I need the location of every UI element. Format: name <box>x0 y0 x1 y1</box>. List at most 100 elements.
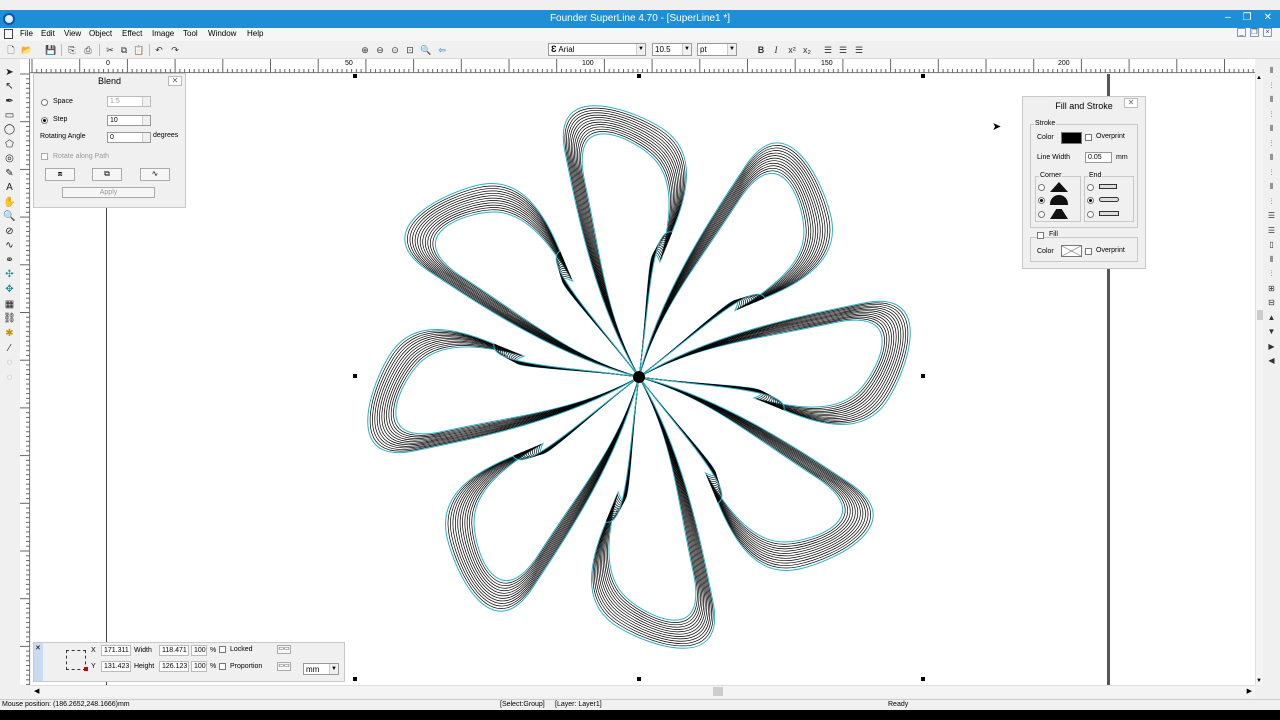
end-square-radio[interactable] <box>1087 211 1094 218</box>
align-bottom-icon[interactable]: ⫴ <box>1266 94 1277 105</box>
back-arrow-icon[interactable]: ⇦ <box>436 44 448 56</box>
zoom-in-icon[interactable]: ⊕ <box>359 44 371 56</box>
backward-icon[interactable]: ◀ <box>1266 355 1277 366</box>
selection-handle[interactable] <box>353 374 357 378</box>
new-file-icon[interactable]: 🗋 <box>5 44 17 56</box>
selection-handle[interactable] <box>921 74 925 78</box>
y-input[interactable]: 131.423 <box>101 661 131 672</box>
group-icon[interactable]: ⊞ <box>1266 283 1277 294</box>
ellipse-icon[interactable]: ◯ <box>3 124 16 136</box>
align-middle-icon[interactable]: ⫶ <box>1266 80 1277 91</box>
vertical-scrollbar[interactable]: ▲ ▼ <box>1255 74 1263 685</box>
menu-view[interactable]: View <box>64 29 81 38</box>
font-family-select[interactable]: Ɛ Arial ▼ <box>548 43 646 56</box>
fill-stroke-close-button[interactable]: ✕ <box>1124 98 1138 108</box>
fill-overprint-checkbox[interactable] <box>1085 248 1092 255</box>
export-icon[interactable]: ⎙ <box>82 44 94 56</box>
redo-icon[interactable]: ↷ <box>169 44 181 56</box>
zoom-page-icon[interactable]: 🔍 <box>420 44 432 56</box>
align-center-icon[interactable]: ⫴ <box>1266 123 1277 134</box>
zoom-actual-icon[interactable]: ⊙ <box>389 44 401 56</box>
text-tool-icon[interactable]: A <box>3 182 16 194</box>
selection-handle[interactable] <box>637 677 641 681</box>
vertical-scroll-thumb[interactable] <box>1257 310 1263 320</box>
space-input[interactable]: 1.5 <box>107 96 151 107</box>
width-percent-input[interactable]: 100 <box>191 645 207 656</box>
subscript-icon[interactable]: x₂ <box>801 44 813 56</box>
corner-miter-radio[interactable] <box>1038 184 1045 191</box>
superscript-icon[interactable]: x² <box>786 44 798 56</box>
save-icon[interactable]: 💾 <box>45 44 57 56</box>
star-icon[interactable]: ✱ <box>3 328 16 340</box>
move-icon[interactable]: ✥ <box>3 284 16 296</box>
close-window-button[interactable]: ✕ <box>1264 12 1272 23</box>
same-size-icon[interactable]: ⫶ <box>1266 268 1277 279</box>
zoom-fit-icon[interactable]: ⊡ <box>404 44 416 56</box>
menu-effect[interactable]: Effect <box>122 29 142 38</box>
selection-handle[interactable] <box>353 74 357 78</box>
bold-button[interactable]: B <box>755 44 767 56</box>
transform-icon[interactable]: ✣ <box>3 269 16 281</box>
scroll-right-icon[interactable]: ▶ <box>1247 687 1252 695</box>
scroll-up-icon[interactable]: ▲ <box>1256 75 1262 81</box>
horizontal-scrollbar[interactable]: ◀ ▶ <box>31 685 1255 697</box>
fill-none-swatch[interactable] <box>1061 245 1082 257</box>
italic-button[interactable]: I <box>770 44 782 56</box>
spinner-icon[interactable] <box>142 97 150 106</box>
apply-size-button[interactable]: ▭▭ <box>277 662 291 671</box>
doc-restore-button[interactable]: ❐ <box>1250 28 1259 37</box>
menu-file[interactable]: File <box>20 29 33 38</box>
copy-icon[interactable]: ⧉ <box>118 44 130 56</box>
height-percent-input[interactable]: 100 <box>191 661 207 672</box>
scroll-left-icon[interactable]: ◀ <box>34 687 39 695</box>
menu-window[interactable]: Window <box>208 29 236 38</box>
end-round-radio[interactable] <box>1087 197 1094 204</box>
width-input[interactable]: 118.471 <box>159 645 189 656</box>
knife-icon[interactable]: ⁄ <box>3 343 16 355</box>
undo-icon[interactable]: ↶ <box>153 44 165 56</box>
select-arrow-icon[interactable]: ➤ <box>3 67 16 79</box>
ungroup-icon[interactable]: ⊟ <box>1266 297 1277 308</box>
hand-icon[interactable]: ✋ <box>3 197 16 209</box>
distribute-left-icon[interactable]: ⫶ <box>1266 196 1277 207</box>
blend-path-button[interactable]: ∿ <box>140 168 170 181</box>
apply-button[interactable]: Apply <box>62 187 155 198</box>
distribute-center-icon[interactable]: ☰ <box>1266 210 1277 221</box>
grid-icon[interactable]: ▦ <box>3 299 16 311</box>
blend-tool-icon[interactable]: ⚭ <box>3 255 16 267</box>
corner-round-radio[interactable] <box>1038 197 1045 204</box>
align-right-icon[interactable]: ☰ <box>853 44 865 56</box>
zoom-tool-icon[interactable]: 🔍 <box>3 211 16 223</box>
shape-icon[interactable]: ◌ <box>3 372 16 384</box>
proportion-checkbox[interactable] <box>219 663 226 670</box>
rotating-angle-input[interactable]: 0 <box>107 132 151 143</box>
send-back-icon[interactable]: ▼ <box>1266 326 1277 337</box>
eyedropper-icon[interactable]: ⊘ <box>3 226 16 238</box>
rotate-along-path-checkbox[interactable] <box>41 153 48 160</box>
wave-icon[interactable]: ∿ <box>3 240 16 252</box>
scroll-down-icon[interactable]: ▼ <box>1256 678 1262 684</box>
same-width-icon[interactable]: ▯ <box>1266 239 1277 250</box>
unit-select[interactable]: mm ▼ <box>303 663 339 675</box>
step-radio[interactable] <box>41 117 48 124</box>
menu-image[interactable]: Image <box>152 29 174 38</box>
font-unit-select[interactable]: pt ▼ <box>697 43 737 56</box>
menu-edit[interactable]: Edit <box>41 29 55 38</box>
minimize-button[interactable]: – <box>1225 12 1231 23</box>
distribute-middle-icon[interactable]: ⫶ <box>1266 167 1277 178</box>
rectangle-icon[interactable]: ▭ <box>3 110 16 122</box>
blend-close-button[interactable]: ✕ <box>168 76 182 86</box>
maximize-button[interactable]: ❐ <box>1243 12 1252 23</box>
open-file-icon[interactable]: 📂 <box>21 44 33 56</box>
locked-checkbox[interactable] <box>219 646 226 653</box>
end-butt-radio[interactable] <box>1087 184 1094 191</box>
import-icon[interactable]: ⎘ <box>66 44 78 56</box>
link-icon[interactable]: ⛓ <box>3 313 16 325</box>
forward-icon[interactable]: ▶ <box>1266 341 1277 352</box>
doc-minimize-button[interactable]: _ <box>1237 28 1246 37</box>
height-input[interactable]: 126.123 <box>159 661 189 672</box>
spinner-icon[interactable] <box>142 116 150 125</box>
x-input[interactable]: 171.311 <box>101 645 131 656</box>
selection-handle[interactable] <box>353 677 357 681</box>
align-left-icon[interactable]: ⫶ <box>1266 109 1277 120</box>
